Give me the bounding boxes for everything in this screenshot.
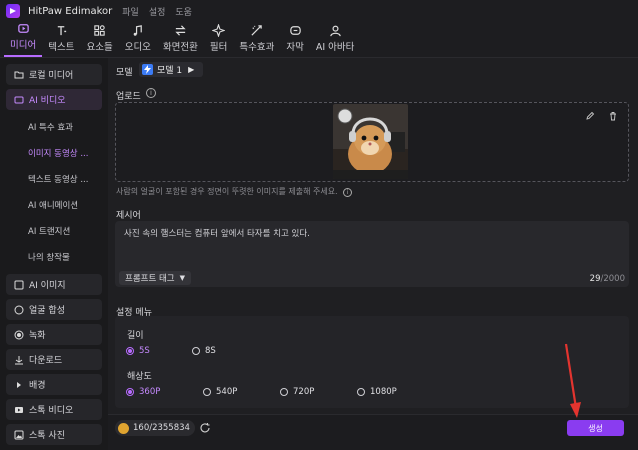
- resolution-option-1080p[interactable]: 1080P: [357, 387, 397, 397]
- record-icon: [14, 330, 24, 340]
- face-swap-icon: [14, 305, 24, 315]
- subtitle-icon: [289, 26, 301, 35]
- effects-icon: [251, 25, 263, 36]
- sidebar: 로컬 미디어 AI 비디오 AI 특수 효과 이미지 동영상 ... 텍스트 동…: [0, 58, 108, 450]
- ai-video-icon: [14, 95, 24, 105]
- stock-video-icon: [14, 405, 24, 415]
- model-label: 모델: [116, 68, 133, 78]
- edit-icon[interactable]: [585, 111, 595, 124]
- radio-icon: [357, 388, 365, 396]
- generate-button[interactable]: 생성: [567, 420, 624, 436]
- chevron-right-icon: ▶: [188, 65, 195, 74]
- sidebar-item-stock-video[interactable]: 스톡 비디오: [6, 399, 102, 420]
- audio-icon: [134, 25, 143, 36]
- sidebar-item-record[interactable]: 녹화: [6, 324, 102, 345]
- menu-help[interactable]: 도움: [175, 5, 192, 18]
- sidebar-sub-ai-animation[interactable]: AI 애니메이션: [4, 192, 104, 218]
- tab-subtitle[interactable]: 자막: [280, 21, 309, 57]
- tab-audio[interactable]: 오디오: [119, 21, 157, 57]
- main-toolbar: 미디어 텍스트 요소들 오디오 화면전환 필터 특수효과 자막 AI 아바타: [0, 22, 638, 58]
- app-logo-icon: [6, 4, 20, 18]
- sidebar-item-local-media[interactable]: 로컬 미디어: [6, 64, 102, 85]
- menu-file[interactable]: 파일: [122, 5, 139, 18]
- tab-transition[interactable]: 화면전환: [157, 21, 204, 57]
- prompt-textarea[interactable]: 사진 속의 햄스터는 컴퓨터 앞에서 타자를 치고 있다. 프롬프트 태그 ▼ …: [115, 221, 629, 287]
- resolution-label: 해상도: [127, 372, 152, 382]
- coin-icon: [118, 422, 129, 434]
- sidebar-sub-my-creations[interactable]: 나의 창작물: [4, 244, 104, 270]
- prompt-label: 제시어: [116, 211, 141, 221]
- radio-selected-icon: [126, 388, 134, 396]
- tab-ai-avatar[interactable]: AI 아바타: [310, 21, 361, 57]
- length-label: 길이: [127, 331, 144, 341]
- media-icon: [17, 24, 29, 33]
- sidebar-sub-text-to-video[interactable]: 텍스트 동영상 ...: [4, 166, 104, 192]
- sidebar-item-stock-photo[interactable]: 스톡 사진: [6, 424, 102, 445]
- char-count: 29/2000: [589, 274, 625, 284]
- filter-icon: [212, 24, 226, 37]
- sidebar-item-ai-image[interactable]: AI 이미지: [6, 274, 102, 295]
- title-bar: HitPaw Edimakor 파일 설정 도움: [0, 0, 638, 22]
- triangle-right-icon: [14, 380, 24, 390]
- resolution-option-540p[interactable]: 540P: [203, 387, 237, 397]
- radio-icon: [280, 388, 288, 396]
- menu-settings[interactable]: 설정: [149, 5, 166, 18]
- resolution-option-720p[interactable]: 720P: [280, 387, 314, 397]
- download-icon: [14, 355, 24, 365]
- sidebar-item-download[interactable]: 다운로드: [6, 349, 102, 370]
- elements-icon: [94, 25, 105, 36]
- model-selector[interactable]: 모델 1 ▶: [139, 62, 203, 77]
- upload-notice: 사람의 얼굴이 포함된 경우 정면이 뚜렷한 이미지를 제출해 주세요. i: [116, 186, 353, 197]
- tab-text[interactable]: 텍스트: [42, 21, 80, 57]
- resolution-option-360p[interactable]: 360P: [126, 387, 160, 397]
- ai-image-icon: [14, 280, 24, 290]
- tab-media[interactable]: 미디어: [4, 21, 43, 57]
- length-option-5s[interactable]: 5S: [126, 346, 150, 356]
- stock-photo-icon: [14, 430, 24, 440]
- sidebar-item-ai-video[interactable]: AI 비디오: [6, 89, 102, 110]
- text-icon: [57, 26, 66, 36]
- sidebar-item-face-swap[interactable]: 얼굴 합성: [6, 299, 102, 320]
- sidebar-item-background[interactable]: 배경: [6, 374, 102, 395]
- prompt-tag-dropdown[interactable]: 프롬프트 태그 ▼: [119, 271, 192, 285]
- tab-elements[interactable]: 요소들: [80, 21, 118, 57]
- folder-icon: [14, 70, 24, 80]
- trash-icon[interactable]: [608, 111, 618, 124]
- sidebar-sub-ai-effects[interactable]: AI 특수 효과: [4, 114, 104, 140]
- info-icon: i: [343, 188, 353, 197]
- lightning-icon: [142, 64, 153, 75]
- refresh-icon[interactable]: [199, 422, 211, 437]
- credits-display: 160/2355834: [115, 420, 195, 436]
- radio-selected-icon: [126, 347, 134, 355]
- tab-effects[interactable]: 특수효과: [233, 21, 280, 57]
- uploaded-image-thumbnail: [333, 104, 408, 179]
- caret-down-icon: ▼: [179, 274, 186, 282]
- prompt-text: 사진 속의 햄스터는 컴퓨터 앞에서 타자를 치고 있다.: [124, 229, 310, 239]
- length-option-8s[interactable]: 8S: [192, 346, 216, 356]
- transition-icon: [175, 25, 186, 36]
- avatar-icon: [329, 25, 341, 37]
- radio-icon: [192, 347, 200, 355]
- tab-filter[interactable]: 필터: [204, 21, 233, 57]
- sidebar-sub-ai-transition[interactable]: AI 트랜지션: [4, 218, 104, 244]
- radio-icon: [203, 388, 211, 396]
- annotation-arrow-icon: [564, 343, 581, 418]
- info-icon: i: [146, 88, 156, 98]
- upload-label: 업로드: [116, 92, 141, 102]
- app-title: HitPaw Edimakor: [28, 5, 113, 17]
- sidebar-sub-image-to-video[interactable]: 이미지 동영상 ...: [4, 140, 104, 166]
